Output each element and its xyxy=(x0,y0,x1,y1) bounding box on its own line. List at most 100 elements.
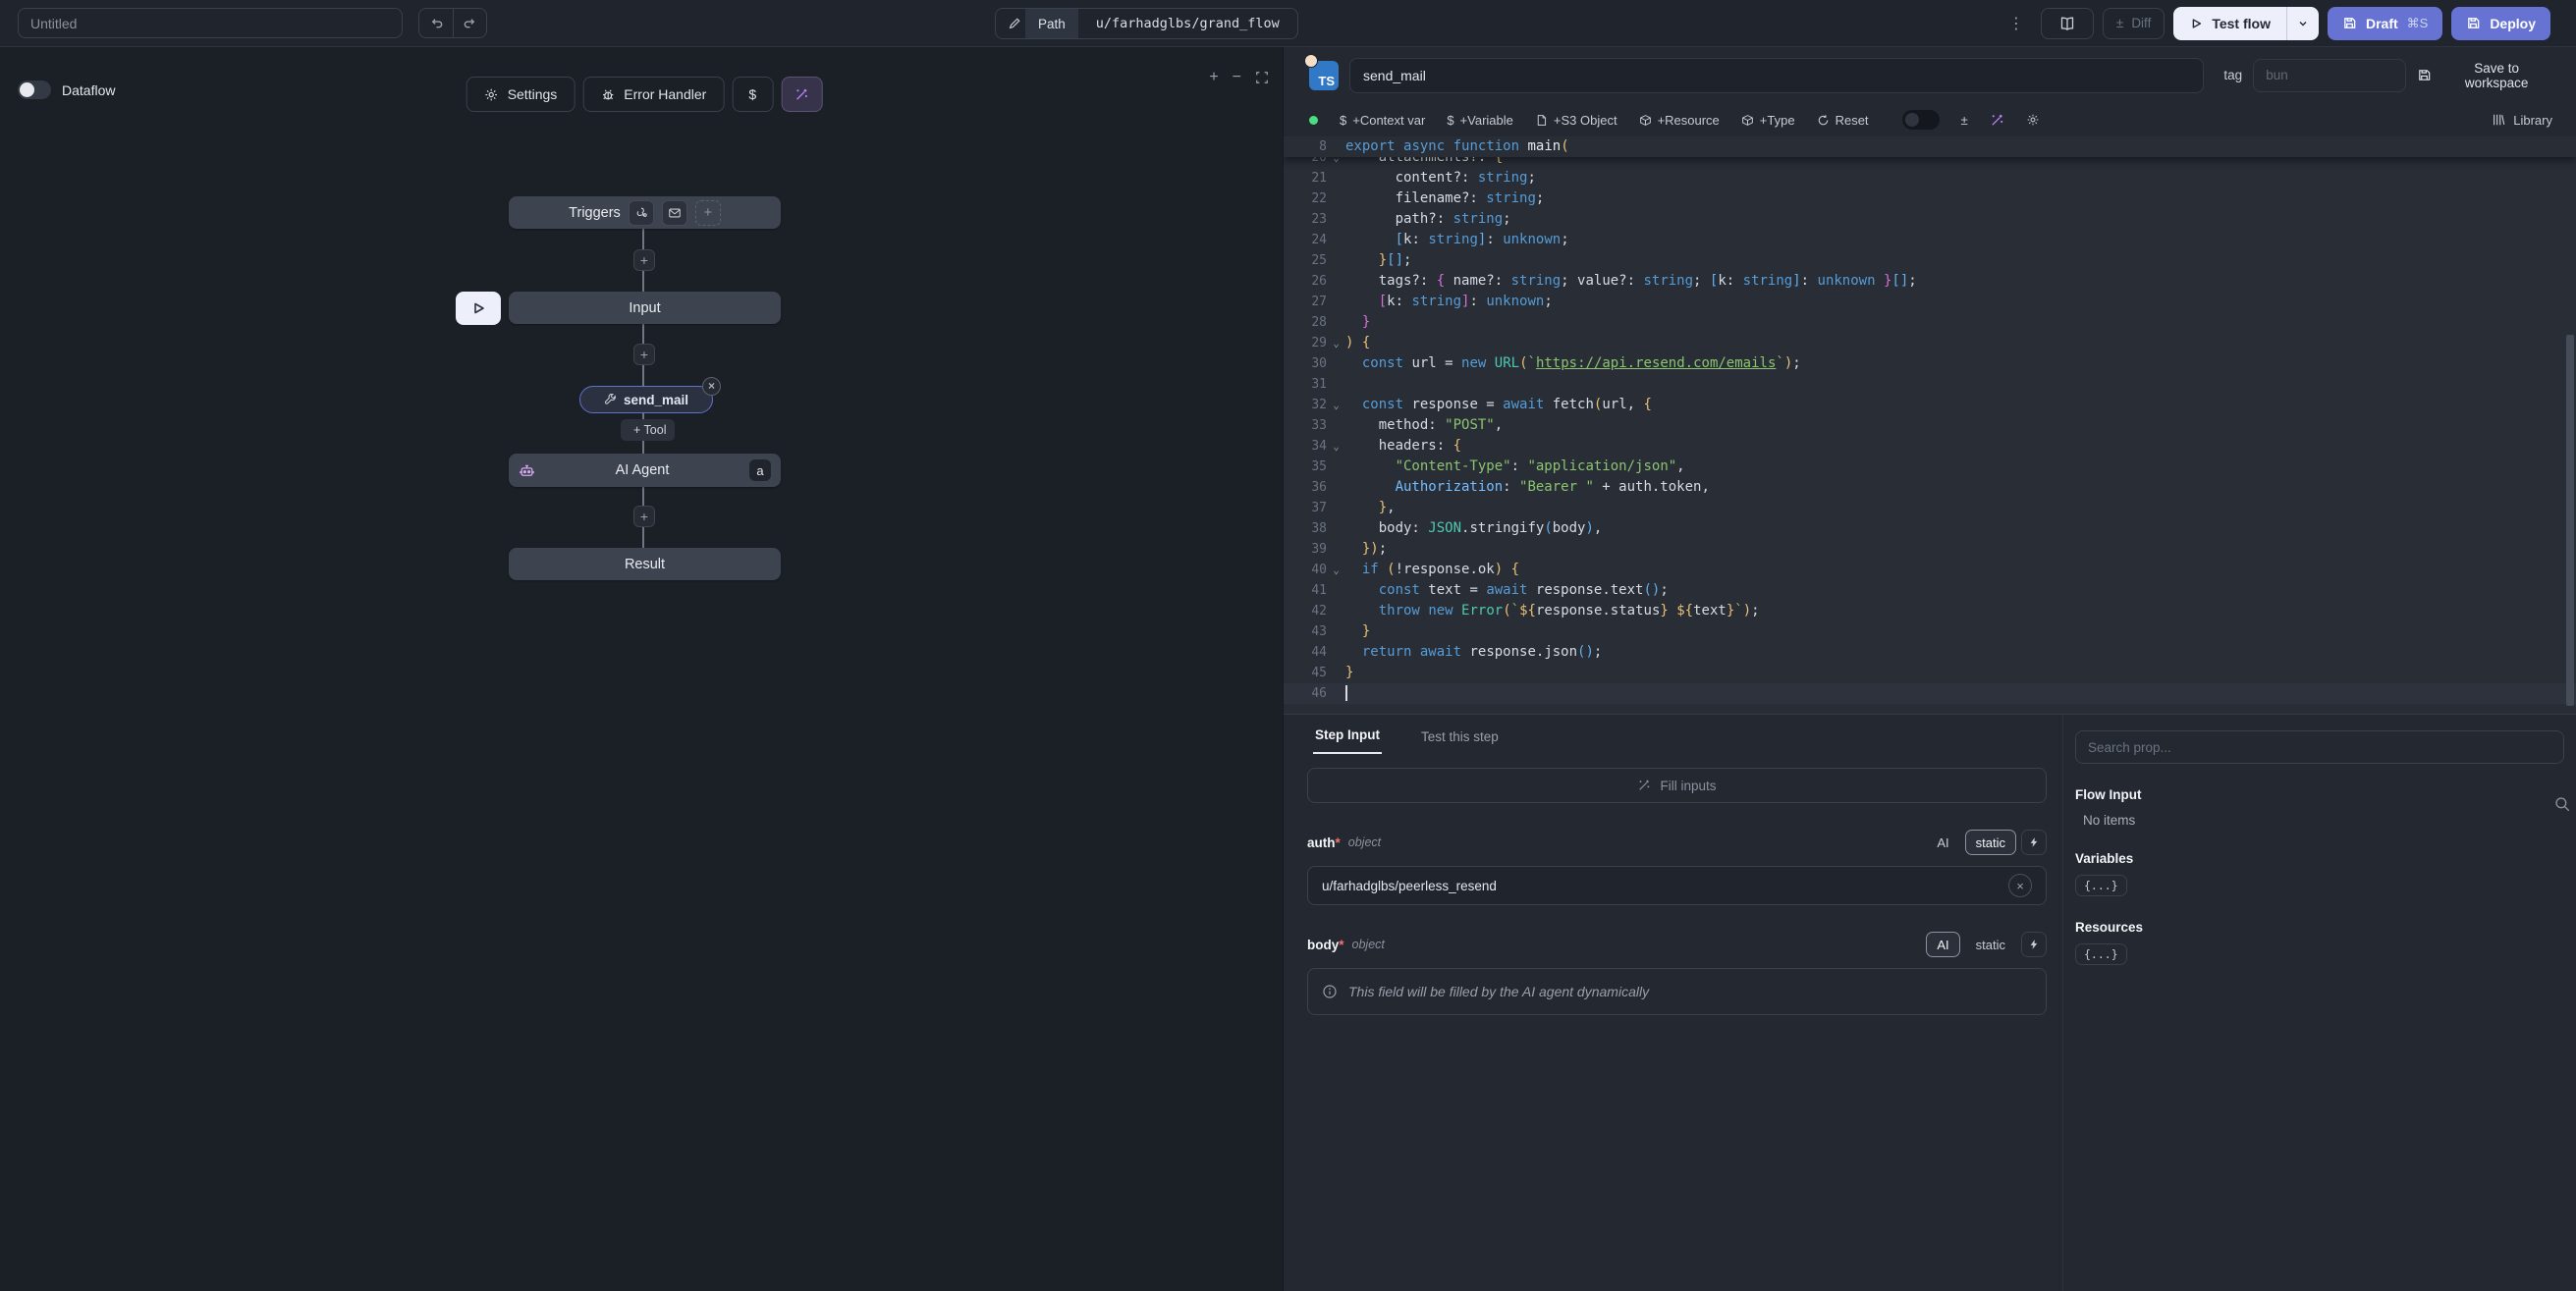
code-line[interactable]: 41 const text = await response.text(); xyxy=(1284,580,2576,601)
add-step-button-middle[interactable]: + xyxy=(633,344,655,365)
webhook-trigger-icon[interactable] xyxy=(629,200,654,226)
code-line[interactable]: 38 body: JSON.stringify(body), xyxy=(1284,518,2576,539)
zoom-out-button[interactable]: − xyxy=(1233,69,1241,86)
fold-chevron-icon[interactable]: ⌄ xyxy=(1327,436,1345,457)
search-icon[interactable] xyxy=(2553,795,2571,813)
fold-chevron-icon[interactable]: ⌄ xyxy=(1327,560,1345,580)
send-mail-tool-node[interactable]: send_mail × xyxy=(579,386,713,413)
library-icon xyxy=(2492,113,2505,127)
auth-mode-ai-button[interactable]: AI xyxy=(1926,830,1959,855)
docs-button[interactable] xyxy=(2041,8,2094,39)
code-line[interactable]: 33 method: "POST", xyxy=(1284,415,2576,436)
code-line[interactable]: 32⌄ const response = await fetch(url, { xyxy=(1284,395,2576,415)
diff-mode-button[interactable]: ± xyxy=(1961,113,1968,128)
fold-chevron-icon[interactable]: ⌄ xyxy=(1327,333,1345,353)
body-expression-button[interactable] xyxy=(2021,932,2047,957)
editor-mode-toggle[interactable] xyxy=(1902,110,1940,130)
code-line[interactable]: 22 filename?: string; xyxy=(1284,188,2576,209)
path-chip[interactable]: Path u/farhadglbs/grand_flow xyxy=(995,8,1298,39)
editor-scrollbar-thumb[interactable] xyxy=(2566,335,2574,706)
add-type-button[interactable]: +Type xyxy=(1741,113,1795,128)
overflow-menu-button[interactable]: ⋮ xyxy=(2001,14,2032,33)
code-line[interactable]: 27 [k: string]: unknown; xyxy=(1284,292,2576,312)
remove-tool-button[interactable]: × xyxy=(702,377,721,396)
body-hint-text: This field will be filled by the AI agen… xyxy=(1348,984,1649,999)
tab-step-input[interactable]: Step Input xyxy=(1313,727,1382,754)
input-node[interactable]: Input xyxy=(509,292,781,324)
resources-object-chip[interactable]: {...} xyxy=(2075,943,2127,965)
dataflow-toggle-group: Dataflow xyxy=(18,81,115,99)
code-line[interactable]: 36 Authorization: "Bearer " + auth.token… xyxy=(1284,477,2576,498)
code-line[interactable]: 35 "Content-Type": "application/json", xyxy=(1284,457,2576,477)
ai-assistant-button[interactable] xyxy=(781,77,822,112)
code-line[interactable]: 28 } xyxy=(1284,312,2576,333)
code-line[interactable]: 24 [k: string]: unknown; xyxy=(1284,230,2576,250)
body-mode-static-button[interactable]: static xyxy=(1965,932,2016,957)
body-mode-ai-button[interactable]: AI xyxy=(1926,932,1959,957)
tab-test-this-step[interactable]: Test this step xyxy=(1419,729,1501,754)
edit-path-pencil-icon[interactable] xyxy=(996,17,1025,30)
fold-chevron-icon[interactable]: ⌄ xyxy=(1327,395,1345,415)
code-sticky-line[interactable]: 8export async function main( xyxy=(1284,136,2576,157)
save-to-workspace-button[interactable]: Save to workspace xyxy=(2417,61,2552,90)
code-line[interactable]: 30 const url = new URL(`https://api.rese… xyxy=(1284,353,2576,374)
error-handler-button[interactable]: Error Handler xyxy=(582,77,724,112)
draft-button[interactable]: Draft⌘S xyxy=(2328,7,2442,40)
add-variable-button[interactable]: $+Variable xyxy=(1447,113,1513,128)
redo-button[interactable] xyxy=(453,9,486,37)
email-trigger-icon[interactable] xyxy=(662,200,687,226)
code-line[interactable]: 45} xyxy=(1284,663,2576,683)
code-line[interactable]: 31 xyxy=(1284,374,2576,395)
library-button[interactable]: Library xyxy=(2492,113,2552,128)
code-line[interactable]: 40⌄ if (!response.ok) { xyxy=(1284,560,2576,580)
flow-title-input[interactable] xyxy=(18,8,403,38)
clear-auth-button[interactable]: × xyxy=(2008,874,2032,897)
auth-mode-static-button[interactable]: static xyxy=(1965,830,2016,855)
code-line[interactable]: 26 tags?: { name?: string; value?: strin… xyxy=(1284,271,2576,292)
deploy-button[interactable]: Deploy xyxy=(2451,7,2550,40)
result-node[interactable]: Result xyxy=(509,548,781,580)
path-value: u/farhadglbs/grand_flow xyxy=(1078,16,1297,31)
code-line[interactable]: 34⌄ headers: { xyxy=(1284,436,2576,457)
add-resource-button[interactable]: +Resource xyxy=(1639,113,1720,128)
code-line[interactable]: 42 throw new Error(`${response.status} $… xyxy=(1284,601,2576,621)
reset-code-button[interactable]: Reset xyxy=(1817,113,1869,128)
dataflow-toggle[interactable] xyxy=(18,81,51,99)
code-line[interactable]: 46 xyxy=(1284,683,2576,704)
add-trigger-button[interactable]: + xyxy=(695,200,721,226)
code-line[interactable]: 43 } xyxy=(1284,621,2576,642)
variables-object-chip[interactable]: {...} xyxy=(2075,875,2127,896)
triggers-node[interactable]: Triggers + xyxy=(509,196,781,229)
add-s3-object-button[interactable]: +S3 Object xyxy=(1535,113,1617,128)
step-name-input[interactable] xyxy=(1349,58,2204,93)
search-prop-input[interactable] xyxy=(2075,730,2564,764)
add-step-button-top[interactable]: + xyxy=(633,249,655,271)
tag-input[interactable] xyxy=(2253,59,2406,92)
code-line[interactable]: 21 content?: string; xyxy=(1284,168,2576,188)
add-context-var-button[interactable]: $+Context var xyxy=(1340,113,1425,128)
code-line[interactable]: 29⌄) { xyxy=(1284,333,2576,353)
settings-button[interactable]: Settings xyxy=(466,77,575,112)
editor-settings-button[interactable] xyxy=(2026,113,2040,127)
code-editor[interactable]: 8export async function main( 20⌄ attachm… xyxy=(1284,136,2576,714)
code-line[interactable]: 37 }, xyxy=(1284,498,2576,518)
auth-resource-input[interactable]: u/farhadglbs/peerless_resend × xyxy=(1307,866,2047,905)
test-flow-button[interactable]: Test flow xyxy=(2173,7,2286,40)
add-step-button-bottom[interactable]: + xyxy=(633,506,655,527)
add-tool-button[interactable]: + Tool xyxy=(621,419,675,441)
zoom-in-button[interactable]: + xyxy=(1209,69,1218,86)
worker-group-button[interactable]: $ xyxy=(732,77,773,112)
fill-inputs-button[interactable]: Fill inputs xyxy=(1307,768,2047,803)
undo-button[interactable] xyxy=(419,9,453,37)
code-line[interactable]: 23 path?: string; xyxy=(1284,209,2576,230)
fit-view-button[interactable] xyxy=(1255,71,1269,84)
test-flow-dropdown-button[interactable] xyxy=(2286,7,2319,40)
code-line[interactable]: 39 }); xyxy=(1284,539,2576,560)
diff-button[interactable]: ±Diff xyxy=(2103,8,2165,39)
ai-agent-node[interactable]: AI Agent a xyxy=(509,454,781,487)
run-flow-preview-button[interactable] xyxy=(456,292,501,325)
auth-expression-button[interactable] xyxy=(2021,830,2047,855)
code-line[interactable]: 25 }[]; xyxy=(1284,250,2576,271)
code-line[interactable]: 44 return await response.json(); xyxy=(1284,642,2576,663)
ai-edit-button[interactable] xyxy=(1990,113,2004,128)
